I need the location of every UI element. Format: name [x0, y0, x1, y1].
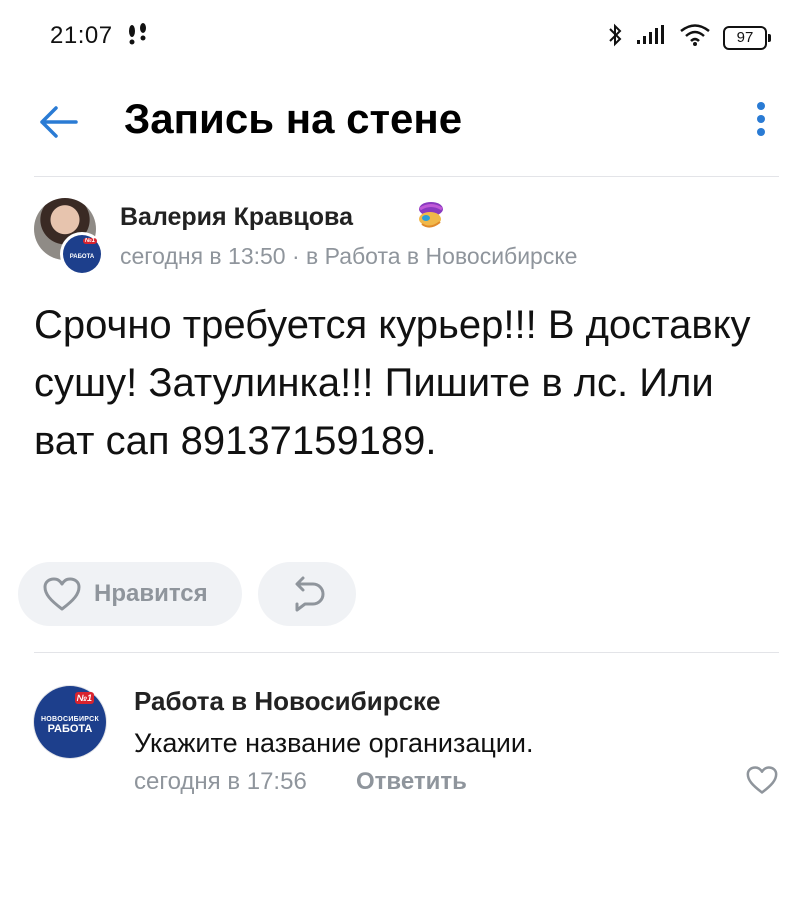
reply-button[interactable]: Ответить	[356, 768, 467, 796]
signal-icon	[635, 24, 667, 51]
status-time: 21:07	[50, 22, 113, 49]
group-avatar-badge: РАБОТА №1	[60, 232, 104, 276]
share-icon	[295, 576, 325, 612]
comment-author-avatar[interactable]: НОВОСИБИРСК РАБОТА №1	[34, 686, 106, 758]
wifi-icon	[679, 23, 711, 52]
more-options-button[interactable]	[750, 100, 772, 140]
heart-icon	[746, 766, 778, 794]
share-button[interactable]	[258, 562, 356, 626]
comments-divider	[34, 652, 779, 653]
post-meta: сегодня в 13:50 · в Работа в Новосибирск…	[120, 243, 578, 269]
like-button[interactable]: Нравится	[18, 562, 242, 626]
group-logo-icon: РАБОТА №1	[63, 235, 101, 273]
group-logo-city: НОВОСИБИРСК	[40, 715, 100, 723]
like-label: Нравится	[94, 580, 208, 607]
bluetooth-icon	[607, 22, 623, 53]
back-button[interactable]	[36, 100, 80, 144]
group-logo-number: №1	[82, 238, 97, 244]
comment-author-name[interactable]: Работа в Новосибирске	[134, 686, 441, 717]
status-icons: 97	[607, 22, 771, 53]
group-logo-word: РАБОТА	[69, 254, 95, 260]
page-title: Запись на стене	[124, 95, 463, 142]
steps-icon	[124, 22, 152, 53]
group-logo-word: РАБОТА	[47, 722, 93, 735]
more-vertical-icon	[750, 100, 772, 136]
comment-time: сегодня в 17:56	[134, 768, 307, 795]
author-sticker-icon	[414, 200, 448, 235]
arrow-left-icon	[40, 106, 78, 138]
battery-icon: 97	[723, 25, 771, 50]
comment-like-button[interactable]	[745, 765, 779, 795]
post-author-name[interactable]: Валерия Кравцова	[120, 203, 353, 232]
header-divider	[34, 176, 779, 177]
group-logo-number: №1	[74, 692, 94, 704]
post-text: Срочно требуется курьер!!! В доставку су…	[34, 303, 751, 463]
heart-icon	[43, 577, 81, 611]
comment-text: Укажите название организации.	[134, 728, 534, 758]
